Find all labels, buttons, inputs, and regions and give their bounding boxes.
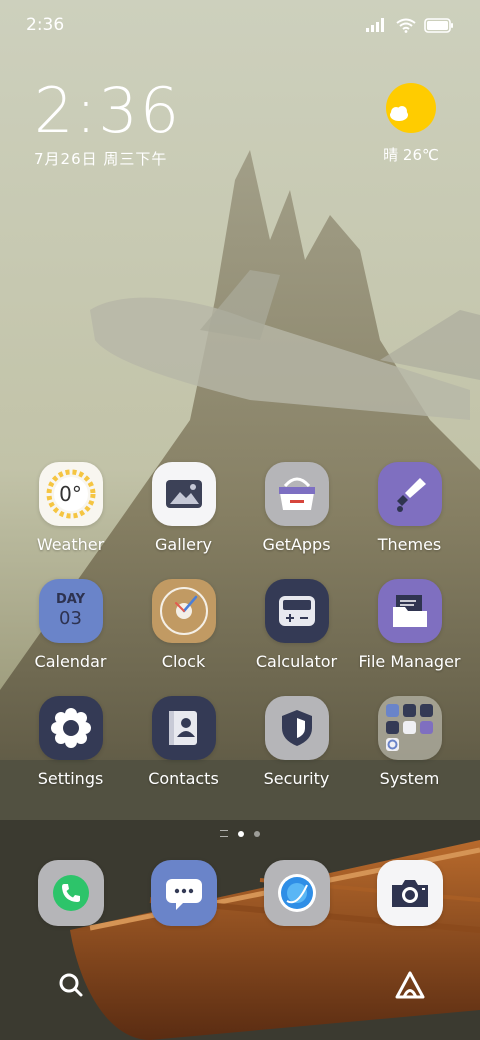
- clock-widget-time: 2:36: [34, 74, 182, 147]
- app-label: Security: [263, 769, 330, 788]
- app-calculator[interactable]: Calculator: [240, 579, 353, 671]
- app-contacts[interactable]: Contacts: [127, 696, 240, 788]
- clock-icon: [151, 579, 216, 643]
- app-label: Clock: [161, 652, 206, 671]
- app-label: GetApps: [262, 535, 331, 554]
- themes-icon: [377, 462, 442, 526]
- app-weather[interactable]: 0° Weather: [14, 462, 127, 554]
- app-label: Weather: [36, 535, 105, 554]
- app-file-manager[interactable]: File Manager: [353, 579, 466, 671]
- page-dot: [254, 830, 260, 837]
- dock-phone[interactable]: [14, 860, 127, 926]
- getapps-icon: [264, 462, 329, 526]
- dock-camera[interactable]: [353, 860, 466, 926]
- security-icon: [264, 696, 329, 760]
- app-calendar[interactable]: DAY 03 Calendar: [14, 579, 127, 671]
- system-folder-icon: [377, 696, 442, 760]
- search-icon: [59, 973, 83, 997]
- calendar-icon-day: DAY: [55, 592, 86, 607]
- settings-icon: [38, 696, 103, 760]
- calculator-icon: [264, 579, 329, 643]
- dock-browser[interactable]: [240, 860, 353, 926]
- app-security[interactable]: Security: [240, 696, 353, 788]
- page-indicator[interactable]: [0, 830, 480, 837]
- file-manager-icon: [377, 579, 442, 643]
- signal-icon: [366, 18, 384, 32]
- wifi-icon: [396, 18, 416, 33]
- app-label: System: [379, 769, 440, 788]
- weather-icon-temp: 0°: [59, 482, 82, 506]
- assistant-icon: [395, 971, 425, 999]
- weather-widget-label: 晴 26℃: [383, 146, 439, 164]
- clock-widget-date: 7月26日 周三下午: [34, 150, 168, 168]
- app-themes[interactable]: Themes: [353, 462, 466, 554]
- app-clock[interactable]: Clock: [127, 579, 240, 671]
- app-getapps[interactable]: GetApps: [240, 462, 353, 554]
- bottom-bar: [0, 960, 480, 1010]
- search-button[interactable]: [56, 970, 86, 1000]
- assistant-button[interactable]: [394, 970, 426, 1000]
- gallery-icon: [151, 462, 216, 526]
- dock-messages[interactable]: [127, 860, 240, 926]
- app-gallery[interactable]: Gallery: [127, 462, 240, 554]
- battery-icon: [424, 17, 453, 33]
- status-bar: 2:36: [0, 0, 480, 50]
- dock: [14, 860, 466, 926]
- weather-icon: 0°: [38, 462, 103, 526]
- sun-cloud-icon: [385, 82, 437, 134]
- app-label: Gallery: [155, 535, 212, 554]
- app-label: Settings: [37, 769, 104, 788]
- app-label: File Manager: [358, 652, 461, 671]
- browser-icon: [263, 860, 330, 926]
- weather-widget[interactable]: 晴 26℃: [376, 82, 446, 165]
- status-icons: [366, 17, 454, 33]
- camera-icon: [376, 860, 443, 926]
- app-system-folder[interactable]: System: [353, 696, 466, 788]
- page-dot-active: [238, 830, 244, 837]
- app-settings[interactable]: Settings: [14, 696, 127, 788]
- home-list-icon: [220, 830, 228, 837]
- messages-icon: [150, 860, 217, 926]
- app-grid: 0° Weather Gallery GetApps Themes DAY 03…: [14, 462, 466, 788]
- calendar-icon-date: 03: [59, 608, 82, 629]
- phone-icon: [37, 860, 104, 926]
- status-time: 2:36: [26, 15, 65, 35]
- app-label: Contacts: [148, 769, 219, 788]
- clock-widget[interactable]: 2:36 7月26日 周三下午: [34, 78, 181, 169]
- app-label: Calculator: [255, 652, 338, 671]
- contacts-icon: [151, 696, 216, 760]
- app-label: Calendar: [34, 652, 107, 671]
- app-label: Themes: [377, 535, 442, 554]
- calendar-icon: DAY 03: [38, 579, 103, 643]
